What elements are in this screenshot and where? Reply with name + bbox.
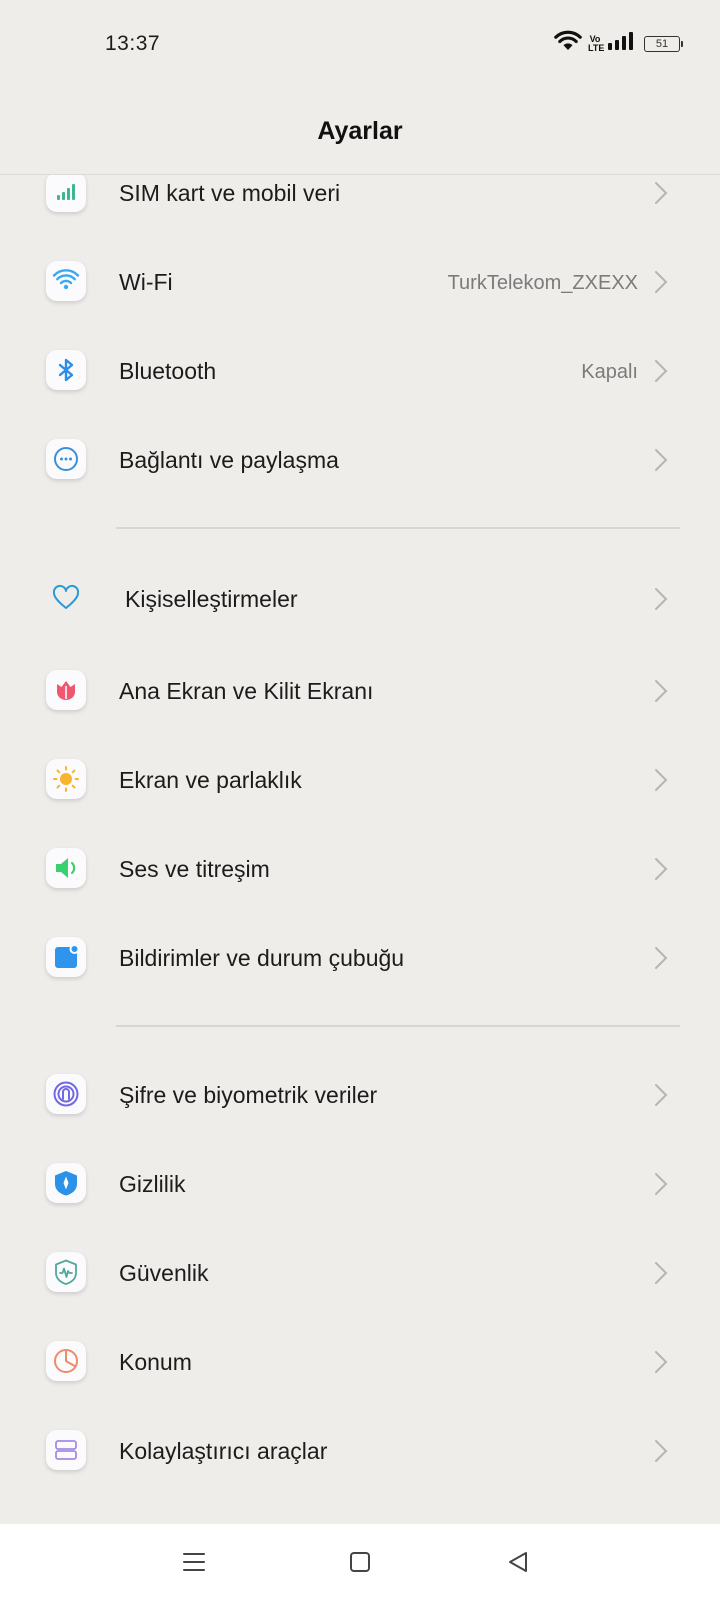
page-title: Ayarlar xyxy=(317,117,403,145)
security-shield-icon xyxy=(46,1252,86,1292)
header: Ayarlar xyxy=(0,88,720,175)
bluetooth-status: Kapalı xyxy=(581,361,638,383)
chevron-right-icon xyxy=(655,680,668,702)
chevron-right-icon xyxy=(655,1084,668,1106)
settings-item-label: SIM kart ve mobil veri xyxy=(119,180,341,206)
home-square-icon xyxy=(350,1552,370,1572)
back-triangle-icon xyxy=(509,1552,527,1572)
settings-item-label: Bağlantı ve paylaşma xyxy=(119,447,339,473)
chevron-right-icon xyxy=(655,588,668,610)
section-divider xyxy=(116,527,680,529)
settings-item-label: Ekran ve parlaklık xyxy=(119,767,302,793)
settings-item-notifications[interactable]: Bildirimler ve durum çubuğu xyxy=(0,914,720,1004)
chevron-right-icon xyxy=(655,360,668,382)
settings-item-label: Kolaylaştırıcı araçlar xyxy=(119,1438,328,1464)
settings-item-bluetooth[interactable]: Bluetooth Kapalı xyxy=(0,327,720,417)
battery-icon: 51 xyxy=(644,35,683,52)
settings-item-label: Wi-Fi xyxy=(119,269,173,295)
privacy-shield-icon xyxy=(46,1163,86,1203)
chevron-right-icon xyxy=(655,1440,668,1462)
settings-list[interactable]: SIM kart ve mobil veri Wi-Fi TurkTelekom… xyxy=(0,175,720,1523)
settings-item-label: Gizlilik xyxy=(119,1171,186,1197)
navigation-bar xyxy=(0,1524,720,1600)
wifi-status-icon xyxy=(554,30,582,57)
chevron-right-icon xyxy=(655,271,668,293)
volte-icon: Vo LTE xyxy=(588,33,605,53)
back-nav-button[interactable] xyxy=(500,1544,536,1580)
status-time: 13:37 xyxy=(105,32,161,55)
chevron-right-icon xyxy=(655,769,668,791)
settings-item-accessibility[interactable]: Kolaylaştırıcı araçlar xyxy=(0,1407,720,1497)
settings-item-personalization[interactable]: Kişiselleştirmeler xyxy=(0,555,720,645)
menu-icon xyxy=(183,1553,205,1571)
settings-item-label: Şifre ve biyometrik veriler xyxy=(119,1082,378,1108)
chevron-right-icon xyxy=(655,858,668,880)
tulip-icon xyxy=(46,670,86,710)
settings-item-display[interactable]: Ekran ve parlaklık xyxy=(0,736,720,826)
wifi-network-name: TurkTelekom_ZXEXX xyxy=(447,272,638,294)
fingerprint-icon xyxy=(46,1074,86,1114)
settings-item-password[interactable]: Şifre ve biyometrik veriler xyxy=(0,1051,720,1141)
location-pie-icon xyxy=(46,1341,86,1381)
menu-nav-button[interactable] xyxy=(176,1544,212,1580)
signal-bars-icon xyxy=(46,175,86,212)
status-bar: 13:37 Vo LTE 51 xyxy=(0,0,720,88)
notification-icon xyxy=(46,937,86,977)
settings-item-label: Konum xyxy=(119,1349,192,1375)
chevron-right-icon xyxy=(655,1262,668,1284)
settings-item-label: Ana Ekran ve Kilit Ekranı xyxy=(119,678,374,704)
settings-item-sound[interactable]: Ses ve titreşim xyxy=(0,825,720,915)
more-circle-icon xyxy=(46,439,86,479)
chevron-right-icon xyxy=(655,182,668,204)
settings-item-label: Güvenlik xyxy=(119,1260,209,1286)
bluetooth-icon xyxy=(46,350,86,390)
chevron-right-icon xyxy=(655,1173,668,1195)
sun-icon xyxy=(46,759,86,799)
settings-item-label: Bildirimler ve durum çubuğu xyxy=(119,945,405,971)
section-divider xyxy=(116,1025,680,1027)
settings-item-security[interactable]: Güvenlik xyxy=(0,1229,720,1319)
settings-item-home-lock[interactable]: Ana Ekran ve Kilit Ekranı xyxy=(0,647,720,737)
chevron-right-icon xyxy=(655,1351,668,1373)
home-nav-button[interactable] xyxy=(342,1544,378,1580)
settings-item-location[interactable]: Konum xyxy=(0,1318,720,1408)
wifi-icon xyxy=(46,261,86,301)
accessibility-icon xyxy=(46,1430,86,1470)
settings-item-label: Kişiselleştirmeler xyxy=(125,586,298,612)
settings-item-label: Ses ve titreşim xyxy=(119,856,270,882)
speaker-icon xyxy=(46,848,86,888)
settings-item-label: Bluetooth xyxy=(119,358,217,384)
status-icons: Vo LTE 51 xyxy=(554,30,683,57)
cell-signal-icon xyxy=(608,32,634,55)
settings-item-connection[interactable]: Bağlantı ve paylaşma xyxy=(0,416,720,506)
settings-item-privacy[interactable]: Gizlilik xyxy=(0,1140,720,1230)
settings-item-sim[interactable]: SIM kart ve mobil veri xyxy=(0,175,720,239)
chevron-right-icon xyxy=(655,449,668,471)
chevron-right-icon xyxy=(655,947,668,969)
settings-item-wifi[interactable]: Wi-Fi TurkTelekom_ZXEXX xyxy=(0,238,720,328)
heart-icon xyxy=(46,578,86,618)
